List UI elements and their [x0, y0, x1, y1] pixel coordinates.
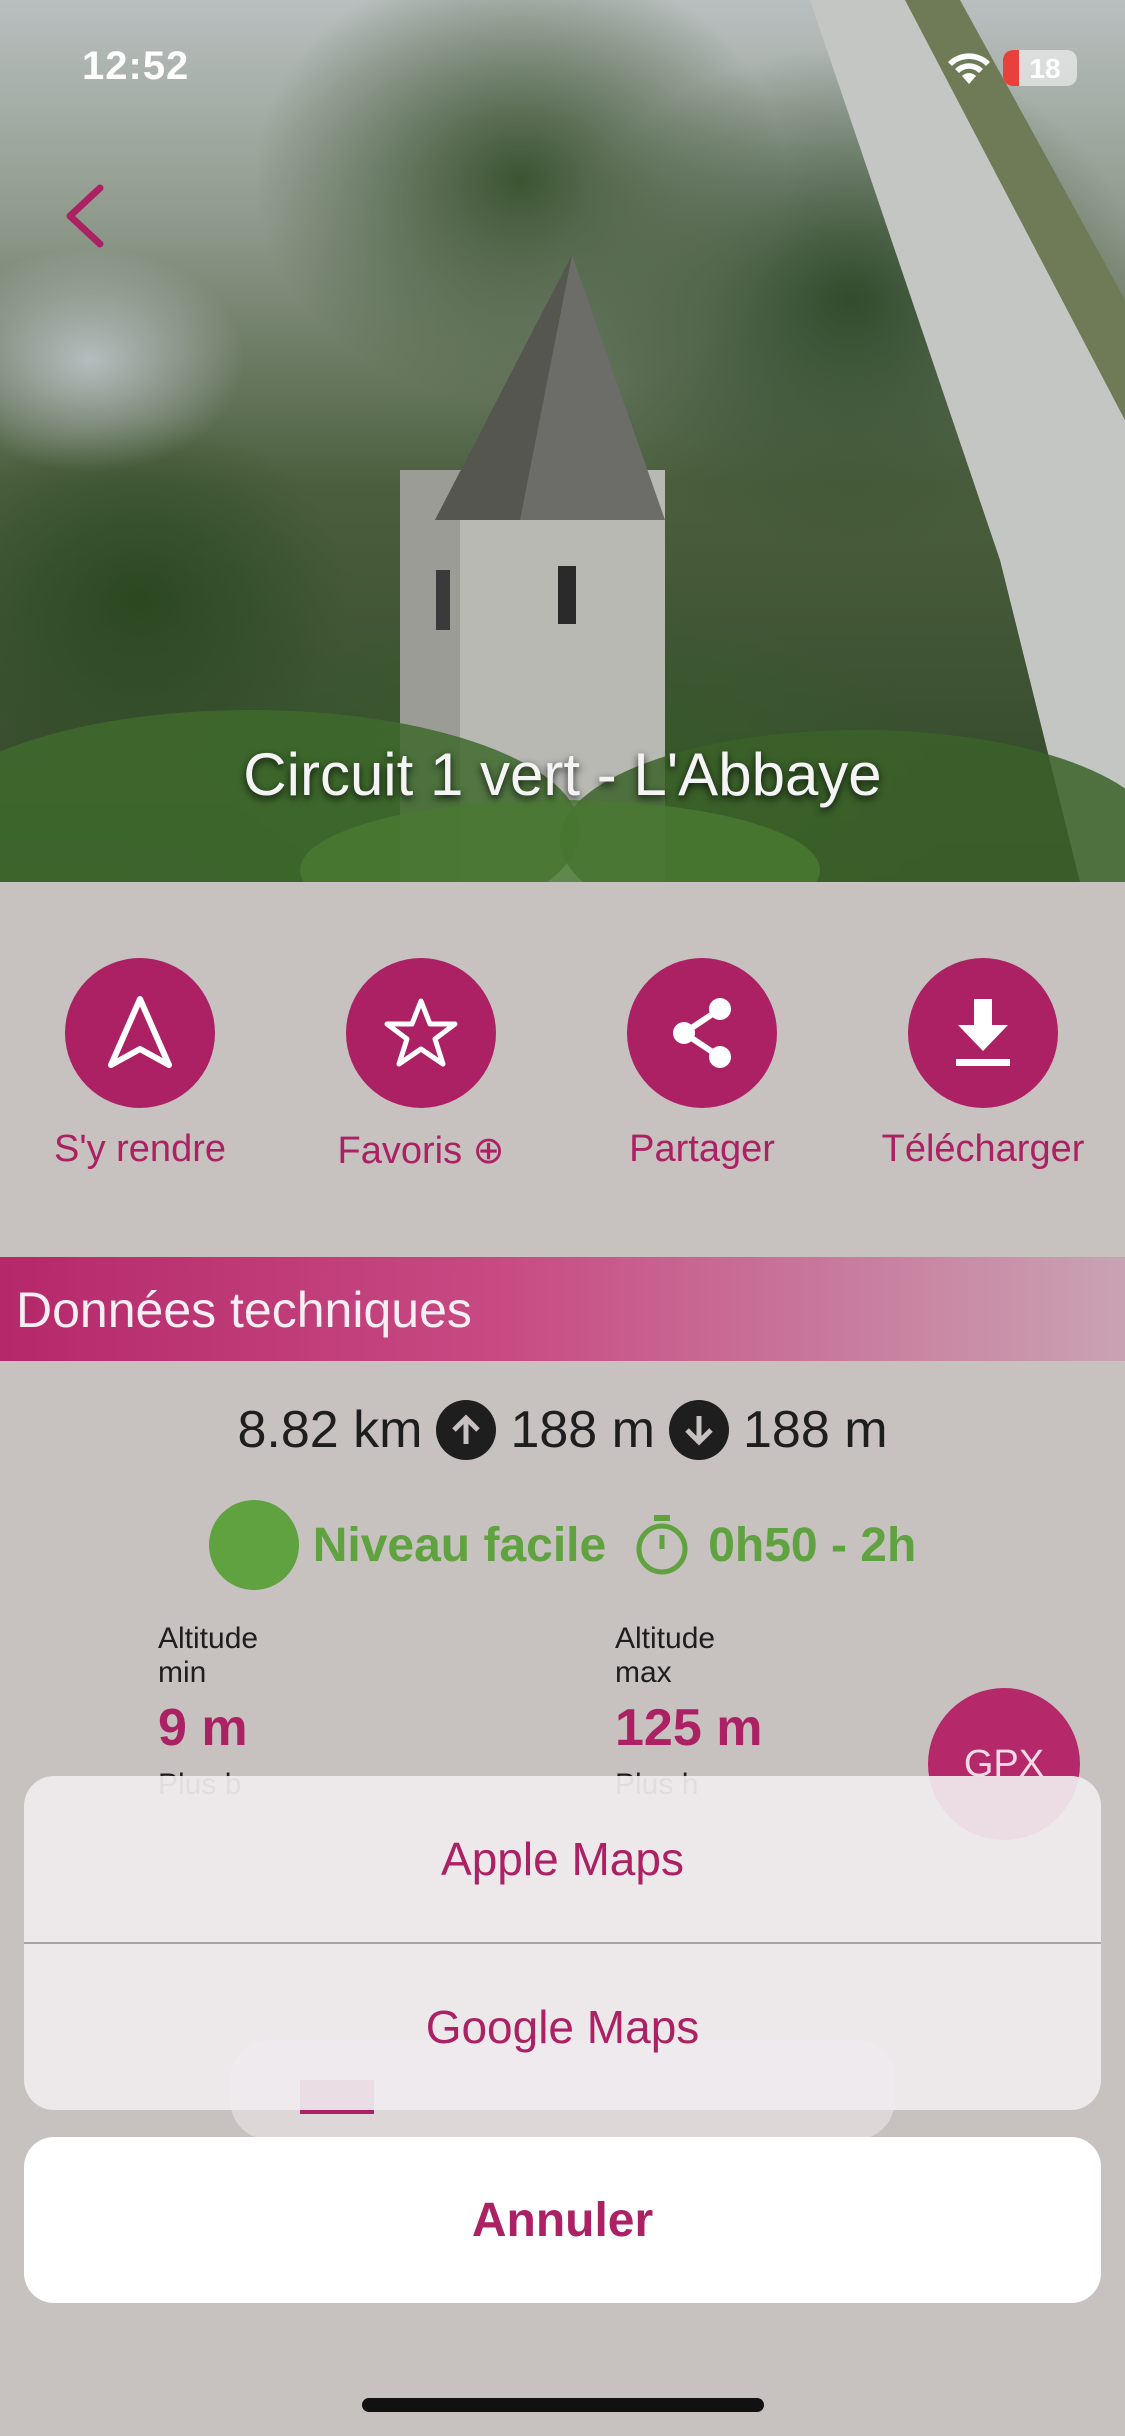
cancel-button[interactable]: Annuler — [24, 2137, 1101, 2303]
altitude-min: Altitude min 9 m Plus b — [158, 1622, 458, 1802]
home-indicator[interactable] — [362, 2398, 764, 2412]
battery-level: 18 — [1029, 53, 1061, 84]
star-icon — [384, 998, 458, 1067]
duration-value: 0h50 - 2h — [708, 1518, 917, 1572]
distance-value: 8.82 km — [237, 1401, 423, 1459]
share-icon — [673, 998, 731, 1068]
battery-indicator: 18 — [1003, 50, 1077, 86]
hike-title: Circuit 1 vert - L'Abbaye — [243, 741, 882, 808]
descent-value: 188 m — [742, 1401, 888, 1459]
download-button[interactable]: Télécharger — [863, 958, 1103, 1171]
altitude-max-label: Altitude max — [615, 1622, 716, 1689]
favorites-label: Favoris ⊕ — [337, 1130, 505, 1172]
difficulty-dot-icon — [208, 1500, 299, 1590]
download-label: Télécharger — [881, 1128, 1085, 1170]
chevron-left-icon — [66, 184, 104, 248]
ascent-arrow-icon — [436, 1400, 497, 1460]
status-time: 12:52 — [82, 44, 190, 88]
altitude-max-value: 125 m — [615, 1699, 763, 1757]
action-bar: S'y rendre Favoris ⊕ Partager Télécharge… — [0, 958, 1125, 1188]
stopwatch-icon — [636, 1515, 688, 1575]
google-maps-option[interactable]: Google Maps — [24, 1944, 1101, 2110]
directions-label: S'y rendre — [53, 1128, 226, 1170]
difficulty-label: Niveau facile — [312, 1518, 607, 1572]
hero-photo: 12:52 18 Circuit 1 vert - L'Abbaye — [0, 0, 1125, 882]
back-button[interactable] — [52, 176, 122, 256]
technical-data-header: Données techniques — [0, 1257, 1125, 1361]
wifi-icon — [948, 53, 990, 84]
maps-action-sheet: Apple Maps Google Maps — [24, 1776, 1101, 2110]
share-button[interactable]: Partager — [582, 958, 822, 1171]
download-icon — [956, 999, 1010, 1066]
navigation-arrow-icon — [108, 996, 172, 1068]
status-bar: 12:52 18 — [0, 0, 1125, 140]
descent-arrow-icon — [668, 1400, 729, 1460]
directions-button[interactable]: S'y rendre — [20, 958, 260, 1171]
section-title: Données techniques — [16, 1282, 472, 1338]
favorites-button[interactable]: Favoris ⊕ — [301, 958, 541, 1173]
distance-elevation-row: 8.82 km 188 m 188 m — [0, 1395, 1125, 1465]
altitude-min-value: 9 m — [158, 1699, 248, 1757]
ascent-value: 188 m — [510, 1401, 655, 1459]
altitude-max: Altitude max 125 m Plus h — [615, 1622, 915, 1802]
altitude-min-label: Altitude min — [158, 1622, 259, 1689]
apple-maps-option[interactable]: Apple Maps — [24, 1776, 1101, 1942]
difficulty-row: Niveau facile 0h50 - 2h — [0, 1500, 1125, 1590]
share-label: Partager — [629, 1128, 775, 1170]
